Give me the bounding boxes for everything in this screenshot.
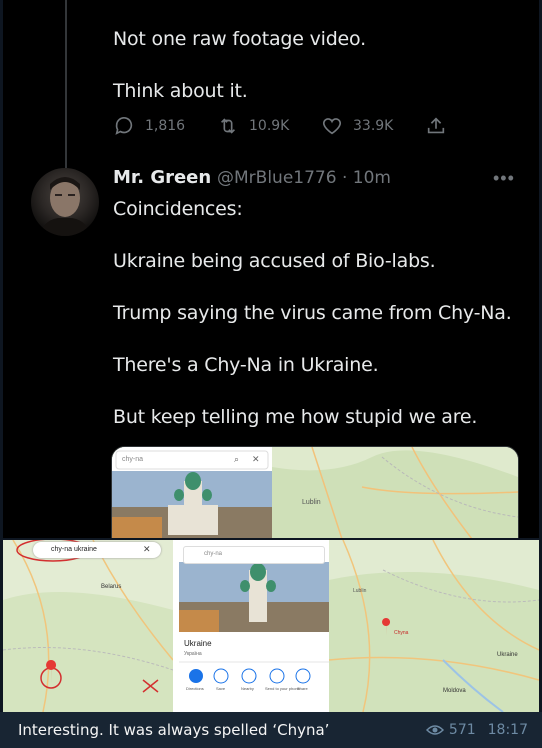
map-label: Chyna [394,630,409,636]
tweet-text-line: But keep telling me how stupid we are. [113,406,478,428]
retweet-count: 10.9K [249,118,290,134]
message-time: 18:17 [487,722,528,738]
thread-line [65,0,67,168]
share-icon [427,117,445,134]
place-subtitle: Україна [184,651,202,657]
tweet-text-line: Ukraine being accused of Bio-labs. [113,250,436,272]
search-query: chy-na [204,551,223,557]
place-title: Ukraine [184,639,212,648]
heart-icon [322,118,342,135]
retweet-icon [220,118,236,134]
nearby-button[interactable]: Nearby [241,686,254,691]
author-name[interactable]: Mr. Green [113,167,211,188]
share-button[interactable]: Share [297,686,308,691]
map-label: Belarus [101,584,122,590]
search-query: chy-na ukraine [51,546,97,553]
search-icon[interactable]: ⌕ [234,454,239,465]
caption-text: Interesting. It was always spelled ‘Chyn… [18,721,330,739]
close-icon[interactable]: ✕ [143,544,151,555]
tweet-text-line: Trump saying the virus came from Chy-Na. [113,302,512,324]
tweet-actions: 1,816 10.9K 33.9K [113,114,453,138]
share-button[interactable] [425,114,457,138]
directions-button[interactable]: Directions [186,686,204,691]
tweet-screenshot: Not one raw footage video. Think about i… [3,0,539,538]
map-label: Lublin [353,588,367,594]
map-label: Moldova [443,688,466,694]
avatar[interactable] [31,168,99,236]
tweet-text-line: Not one raw footage video. [113,28,366,50]
more-options-icon[interactable]: ••• [493,168,515,189]
map-label: Ukraine [497,652,518,658]
search-input[interactable]: chy-na [183,546,325,564]
reply-count: 1,816 [145,118,186,134]
map-label: Lublin [302,499,321,506]
tweet-image-map[interactable]: chy-na ⌕ ✕ Lublin [111,446,519,538]
map-search-text: chy-na [122,456,144,463]
view-count: 571 [448,722,476,738]
maps-screenshot: chy-na ukraine ✕ chy-na Belarus Lublin U… [3,540,539,712]
author-handle: @MrBlue1776 · 10m [217,168,391,188]
reply-button[interactable]: 1,816 [113,114,185,138]
save-button[interactable]: Save [216,686,225,691]
reply-icon [115,116,133,135]
tweet-text-line: Coincidences: [113,198,243,220]
like-count: 33.9K [353,118,394,134]
search-input[interactable]: chy-na ukraine ✕ [33,542,161,558]
send-to-phone-button[interactable]: Send to your phone [265,686,300,691]
close-icon[interactable]: ✕ [252,454,260,465]
message-meta: 571 18:17 [425,722,528,738]
like-button[interactable]: 33.9K [321,114,393,138]
tweet-text-line: Think about it. [113,80,248,102]
message-caption: Interesting. It was always spelled ‘Chyn… [0,712,542,748]
retweet-button[interactable]: 10.9K [217,114,289,138]
tweet-text-line: There's a Chy-Na in Ukraine. [113,354,379,376]
eye-icon [425,725,444,735]
